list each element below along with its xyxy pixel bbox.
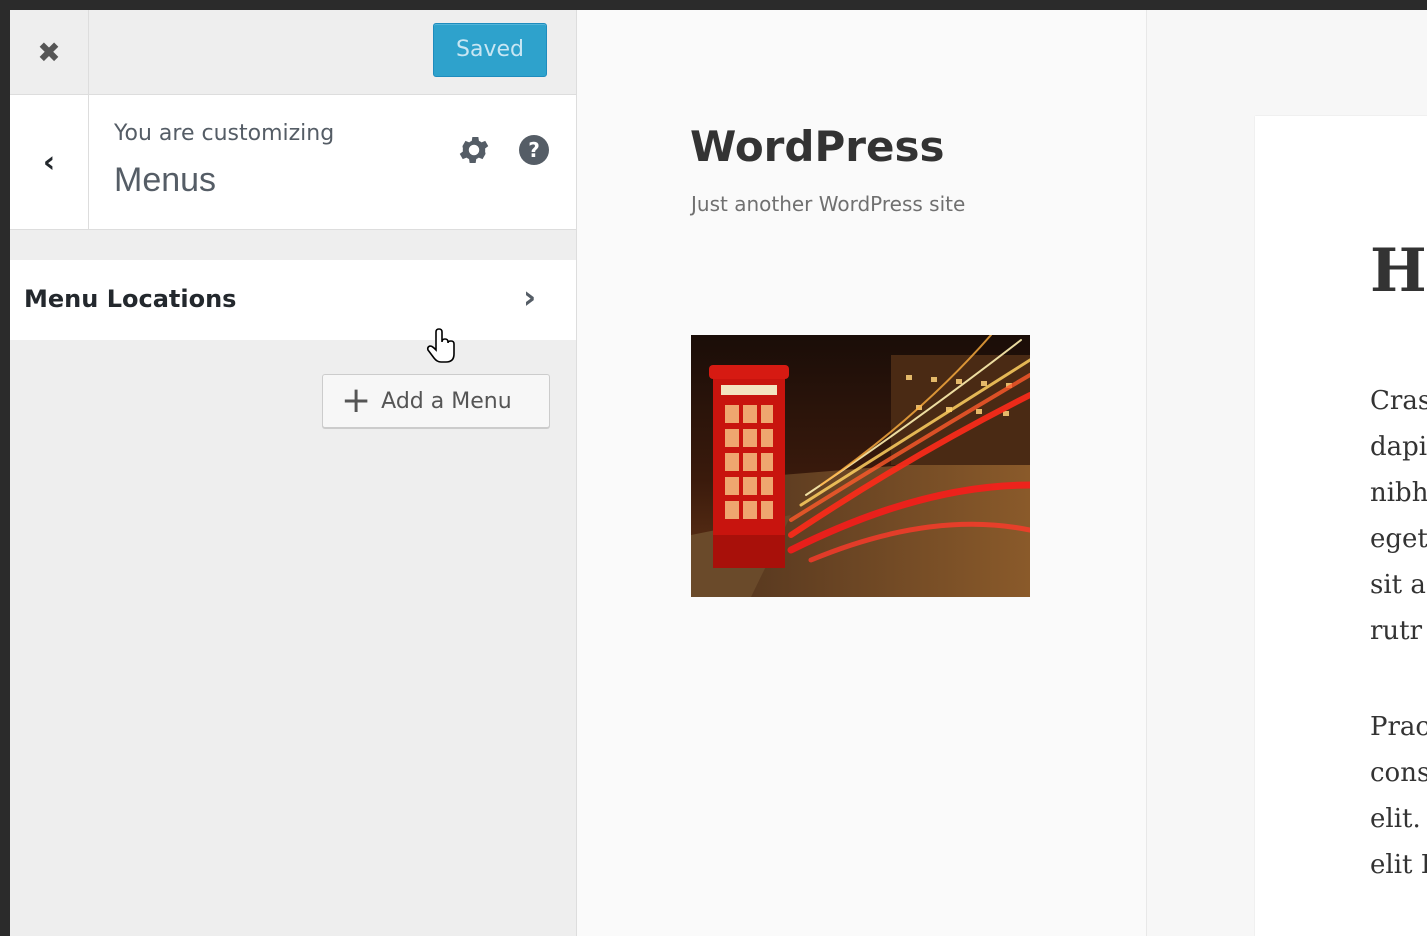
post-line: rutr (1370, 616, 1423, 646)
customizer-window: ✖ Saved ‹ You are customizing Menus ? Me… (10, 10, 1427, 936)
post-paragraph: Prac cons elit. elit I (1370, 704, 1427, 888)
post-line: Prac (1370, 712, 1427, 742)
customizer-sidebar: ✖ Saved ‹ You are customizing Menus ? Me… (10, 10, 577, 936)
site-tagline: Just another WordPress site (691, 192, 966, 216)
post-line: Cras (1370, 386, 1427, 416)
site-sidebar: WordPress Just another WordPress site (577, 10, 1147, 936)
post-paragraph: Cras dapi nibh eget sit a rutr (1370, 378, 1427, 654)
panel-header: ‹ You are customizing Menus ? (10, 95, 576, 230)
help-icon[interactable]: ? (519, 135, 549, 165)
save-button[interactable]: Saved (433, 23, 547, 77)
site-preview: WordPress Just another WordPress site H … (577, 10, 1427, 936)
section-label: Menu Locations (24, 285, 237, 313)
gear-icon[interactable] (456, 132, 492, 168)
post-line: elit I (1370, 850, 1427, 880)
post-title[interactable]: He (1370, 236, 1427, 306)
post-line: eget (1370, 524, 1427, 554)
hand-cursor-icon (426, 328, 455, 363)
header-image (691, 335, 1030, 597)
post-line: sit a (1370, 570, 1426, 600)
post-card: He Cras dapi nibh eget sit a rutr Prac c… (1255, 116, 1427, 936)
close-icon: ✖ (37, 35, 61, 69)
post-line: dapi (1370, 432, 1427, 462)
close-button[interactable]: ✖ (10, 10, 89, 94)
post-line: nibh (1370, 478, 1427, 508)
section-menu-locations[interactable]: Menu Locations › (10, 260, 576, 341)
add-menu-label: Add a Menu (381, 388, 512, 414)
customizer-header: ✖ Saved (10, 10, 576, 95)
chevron-left-icon: ‹ (42, 144, 56, 180)
panel-title: Menus (114, 161, 217, 199)
plus-icon: + (341, 380, 372, 421)
site-title[interactable]: WordPress (690, 122, 944, 171)
post-line: cons (1370, 758, 1427, 788)
post-line: elit. (1370, 804, 1421, 834)
back-button[interactable]: ‹ (10, 95, 89, 229)
chevron-right-icon: › (523, 278, 537, 316)
add-menu-button[interactable]: + Add a Menu (322, 374, 550, 428)
customizing-label: You are customizing (114, 121, 335, 146)
